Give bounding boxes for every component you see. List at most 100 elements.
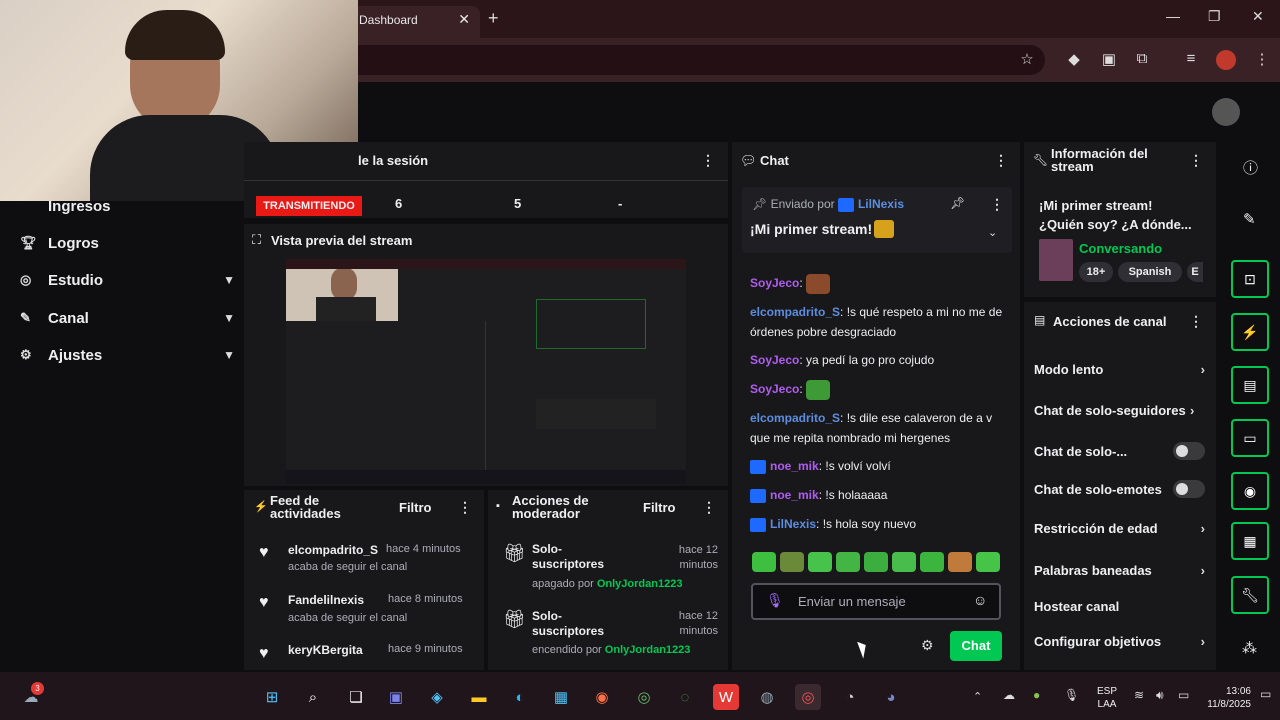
volume-icon[interactable]: 🔊︎ [1156, 688, 1164, 703]
unpin-icon[interactable]: 📌︎ [950, 196, 965, 210]
teams-icon[interactable]: ▣ [383, 684, 409, 710]
chat-user[interactable]: SoyJeco [750, 382, 799, 396]
chat-user[interactable]: SoyJeco [750, 353, 799, 367]
info-icon[interactable]: ⓘ [1243, 157, 1258, 178]
battery-icon[interactable]: ▭ [1178, 688, 1189, 702]
emote[interactable] [864, 552, 888, 572]
pinned-menu-icon[interactable]: ⋮ [990, 196, 1004, 213]
sidebar-item-logros[interactable]: 🏆︎ Logros [20, 228, 235, 258]
tag[interactable]: E [1187, 262, 1203, 282]
chrome-icon[interactable]: ◎ [631, 684, 657, 710]
user-avatar[interactable] [1212, 98, 1240, 126]
steam-icon[interactable]: ◍ [754, 684, 780, 710]
feed-item-name[interactable]: Fandelilnexis [288, 593, 364, 607]
profile-avatar[interactable] [1216, 50, 1236, 70]
feed-filter-button[interactable]: Filtro [399, 500, 432, 515]
action-age-restriction[interactable]: Restricción de edad › [1034, 521, 1209, 536]
tab-close-icon[interactable]: ✕ [458, 11, 470, 28]
firefox-icon[interactable]: ◉ [589, 684, 615, 710]
feed-menu-icon[interactable]: ⋮ [458, 499, 472, 516]
mod-filter-button[interactable]: Filtro [643, 500, 676, 515]
rail-bolt-button[interactable]: ⚡ [1231, 313, 1269, 351]
extension-diamond-icon[interactable]: ◆ [1064, 50, 1084, 70]
app-icon[interactable]: W [713, 684, 739, 710]
edit-icon[interactable]: ✎ [1243, 210, 1256, 228]
tag[interactable]: 18+ [1079, 262, 1113, 282]
chat-user[interactable]: noe_mik [770, 488, 819, 502]
sidebar-item-ajustes[interactable]: ⚙ Ajustes ▼ [20, 340, 235, 370]
feed-item-name[interactable]: keryKBergita [288, 643, 363, 657]
sidebar-item-ingresos[interactable]: Ingresos [20, 191, 235, 221]
category-name[interactable]: Conversando [1079, 241, 1162, 256]
chat-send-button[interactable]: Chat [950, 631, 1002, 661]
maximize-button[interactable]: ❐ [1208, 8, 1221, 25]
minimize-button[interactable]: — [1166, 8, 1180, 24]
emoji-icon[interactable]: ☺ [973, 592, 987, 608]
new-tab-button[interactable]: + [488, 8, 499, 29]
action-banned-words[interactable]: Palabras baneadas › [1034, 563, 1209, 578]
language-indicator[interactable]: ESP LAA [1097, 685, 1117, 711]
extension-icon[interactable]: ▣ [1099, 50, 1119, 70]
discord-icon[interactable]: ◕ [878, 684, 904, 710]
mod-menu-icon[interactable]: ⋮ [702, 499, 716, 516]
session-menu-icon[interactable]: ⋮ [701, 152, 715, 169]
chat-menu-icon[interactable]: ⋮ [994, 152, 1008, 169]
action-slow-mode[interactable]: Modo lento › [1034, 362, 1209, 377]
chat-settings-icon[interactable]: ⚙ [921, 637, 934, 654]
file-explorer-icon[interactable]: ▬ [466, 684, 492, 710]
rail-notes-button[interactable]: ▤ [1231, 366, 1269, 404]
rail-chat-button[interactable]: ▭ [1231, 419, 1269, 457]
puzzle-icon[interactable]: ⧉ [1132, 50, 1152, 70]
obs-icon[interactable]: ◔ [837, 684, 863, 710]
close-window-button[interactable]: ✕ [1252, 8, 1264, 25]
whatsapp-icon[interactable]: ◌ [672, 684, 698, 710]
tray-app-icon[interactable]: ● [1033, 688, 1040, 702]
mod-item-user[interactable]: OnlyJordan1223 [597, 578, 683, 590]
store-icon[interactable]: ▦ [548, 684, 574, 710]
mod-item-user[interactable]: OnlyJordan1223 [605, 644, 691, 656]
emote[interactable] [808, 552, 832, 572]
stream-preview[interactable] [286, 259, 686, 484]
chat-user[interactable]: elcompadrito_S [750, 305, 840, 319]
emote[interactable] [836, 552, 860, 572]
stream-info-menu-icon[interactable]: ⋮ [1189, 152, 1203, 169]
rail-layout-button[interactable]: ▦ [1231, 522, 1269, 560]
action-goals[interactable]: Configurar objetivos › [1034, 634, 1209, 649]
media-icon[interactable]: ≡ [1181, 50, 1201, 70]
sidebar-item-estudio[interactable]: ◎ Estudio ▼ [20, 265, 235, 295]
emote[interactable] [948, 552, 972, 572]
chevron-up-icon[interactable]: ⌃ [973, 690, 982, 703]
emote[interactable] [780, 552, 804, 572]
rail-camera-button[interactable]: ⊡ [1231, 260, 1269, 298]
toggle-switch[interactable] [1173, 480, 1205, 498]
action-emotes-only[interactable]: Chat de solo-emotes [1034, 480, 1209, 498]
channel-actions-menu-icon[interactable]: ⋮ [1189, 313, 1203, 330]
chrome-active-icon[interactable]: ◎ [795, 684, 821, 710]
chat-input[interactable]: Enviar un mensaje [798, 594, 906, 609]
menu-icon[interactable]: ⋮ [1252, 50, 1272, 70]
star-icon[interactable]: ☆ [1017, 50, 1037, 70]
emote[interactable] [920, 552, 944, 572]
windows-start-icon[interactable]: ⊞ [259, 684, 285, 710]
rail-broadcast-button[interactable]: ◉ [1231, 472, 1269, 510]
action-subs-only[interactable]: Chat de solo-... [1034, 442, 1209, 460]
pinned-user[interactable]: LilNexis [858, 197, 904, 211]
chat-user[interactable]: elcompadrito_S [750, 411, 840, 425]
extensions-icon[interactable]: ⁂ [1242, 639, 1257, 657]
feed-item-name[interactable]: elcompadrito_S [288, 543, 386, 557]
tray-icon[interactable]: ☁ [1003, 688, 1015, 702]
emote[interactable] [976, 552, 1000, 572]
toggle-switch[interactable] [1173, 442, 1205, 460]
chevron-down-icon[interactable]: ⌄ [988, 226, 997, 239]
rail-wrench-button[interactable]: 🔧︎ [1231, 576, 1269, 614]
search-icon[interactable]: ⌕ [300, 684, 326, 710]
browser-tab[interactable]: Dashboard ✕ [350, 6, 480, 38]
chat-user[interactable]: SoyJeco [750, 276, 799, 290]
clock[interactable]: 13:06 11/8/2025 [1203, 685, 1251, 711]
copilot-icon[interactable]: ◈ [424, 684, 450, 710]
mic-icon[interactable]: 🎙︎ [766, 592, 784, 609]
sidebar-item-canal[interactable]: ✎ Canal ▼ [20, 303, 235, 333]
wifi-icon[interactable]: ≋ [1134, 688, 1144, 702]
mic-tray-icon[interactable]: 🎙︎ [1064, 688, 1079, 702]
notifications-icon[interactable]: ▭ [1260, 687, 1271, 701]
